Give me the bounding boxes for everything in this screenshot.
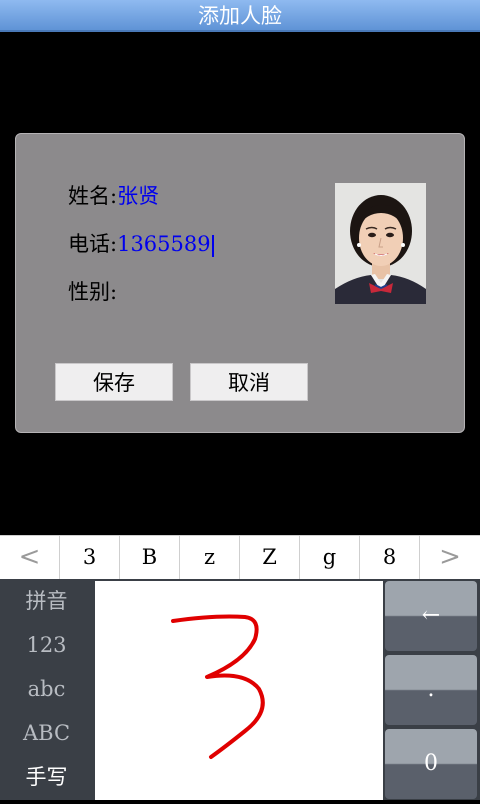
handwriting-stroke (171, 614, 265, 759)
face-photo (335, 183, 426, 304)
zero-key[interactable]: 0 (385, 729, 477, 799)
candidate-prev-button[interactable]: < (0, 536, 60, 579)
candidate-bar: < 3 B z Z g 8 > (0, 535, 480, 579)
cancel-button[interactable]: 取消 (190, 363, 308, 401)
mode-handwriting[interactable]: 手写 (0, 755, 93, 799)
handwriting-keyboard: 拼音 123 abc ABC 手写 ← . 0 (0, 579, 480, 800)
mode-lowercase[interactable]: abc (0, 667, 93, 711)
face-portrait-image (335, 183, 426, 304)
candidate-item[interactable]: g (300, 536, 360, 579)
save-button[interactable]: 保存 (55, 363, 173, 401)
mode-numeric[interactable]: 123 (0, 623, 93, 667)
gender-row[interactable]: 性别: (68, 277, 117, 307)
backspace-key[interactable]: ← (385, 581, 477, 651)
add-face-dialog: 姓名:张贤 电话:1365589 性别: 保存 取消 (15, 133, 465, 433)
dot-key[interactable]: . (385, 655, 477, 725)
candidate-item[interactable]: B (120, 536, 180, 579)
candidate-item[interactable]: 3 (60, 536, 120, 579)
name-field[interactable]: 张贤 (117, 184, 159, 208)
candidate-item[interactable]: z (180, 536, 240, 579)
function-keys: ← . 0 (385, 581, 477, 800)
candidate-item[interactable]: Z (240, 536, 300, 579)
mode-uppercase[interactable]: ABC (0, 711, 93, 755)
handwriting-pad[interactable] (95, 581, 383, 800)
candidate-item[interactable]: 8 (360, 536, 420, 579)
text-caret (211, 234, 214, 257)
gender-label: 性别: (68, 280, 118, 304)
candidate-next-button[interactable]: > (420, 536, 480, 579)
title-bar: 添加人脸 (0, 0, 480, 32)
input-mode-list: 拼音 123 abc ABC 手写 (0, 579, 93, 800)
phone-field[interactable]: 1365589 (117, 232, 211, 256)
phone-row[interactable]: 电话:1365589 (68, 229, 214, 259)
page-title: 添加人脸 (198, 4, 282, 28)
name-label: 姓名: (68, 184, 118, 208)
phone-label: 电话: (68, 232, 118, 256)
name-row[interactable]: 姓名:张贤 (68, 181, 159, 211)
mode-pinyin[interactable]: 拼音 (0, 579, 93, 623)
